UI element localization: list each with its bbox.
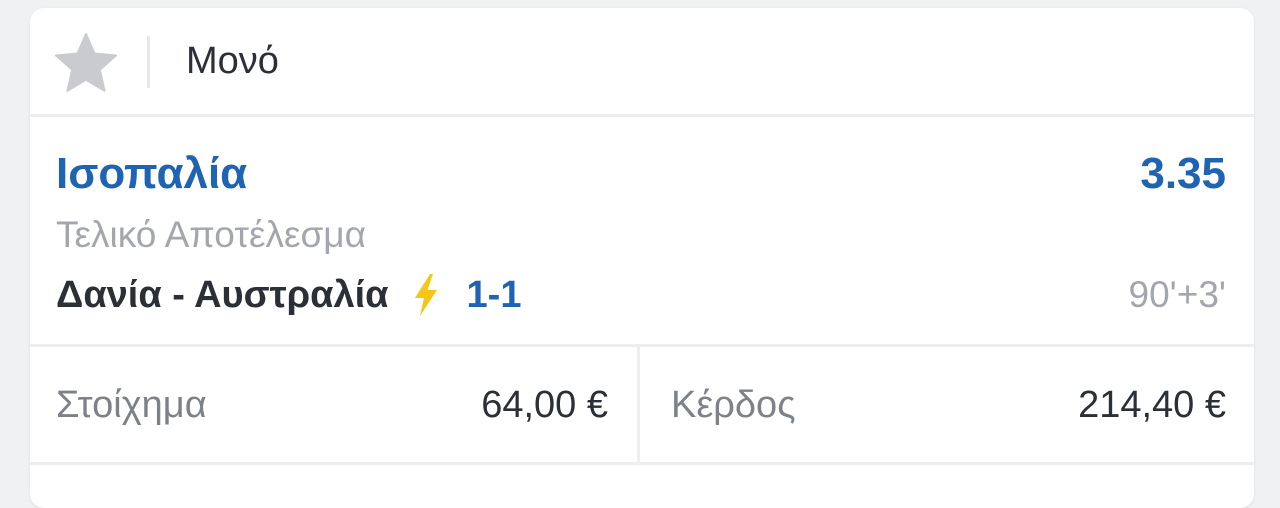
match-teams: Δανία - Αυστραλία [56,274,389,316]
divider [30,462,1254,465]
stake-label: Στοίχημα [56,384,207,426]
bet-slip-card: Μονό Ισοπαλία 3.35 Τελικό Αποτέλεσμα Δαν… [30,8,1254,508]
live-score: 1-1 [466,274,522,316]
divider [30,344,1254,347]
market-name: Τελικό Αποτέλεσμα [56,214,367,255]
selection-name: Ισοπαλία [56,149,248,198]
selection-odds: 3.35 [1140,149,1226,198]
bet-type-label: Μονό [186,40,279,82]
star-icon[interactable] [54,32,118,92]
match-row: Δανία - Αυστραλία 1-1 [56,268,521,322]
match-time: 90'+3' [1128,274,1226,315]
bet-header: Μονό [30,8,1254,117]
divider [637,347,640,465]
potential-win-value: 214,40 € [1078,384,1226,426]
lightning-bolt-icon [414,274,437,316]
stake-value: 64,00 € [481,384,608,426]
potential-win-label: Κέρδος [671,384,796,426]
header-divider [147,36,150,88]
